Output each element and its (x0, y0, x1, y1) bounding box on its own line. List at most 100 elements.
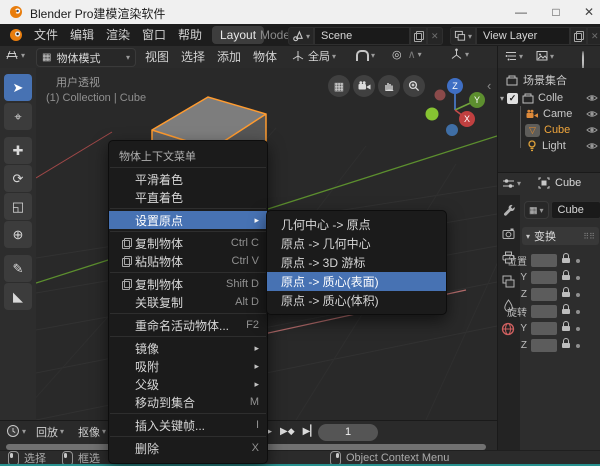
lock-icon[interactable] (562, 275, 570, 280)
rotate-tool-button[interactable]: ⟳ (4, 165, 32, 192)
toggle-view-button[interactable]: ▦ (328, 75, 350, 97)
measure-tool-button[interactable]: ◣ (4, 283, 32, 310)
eye-icon[interactable] (586, 93, 598, 103)
animate-dot-icon[interactable] (576, 293, 580, 297)
menu-help[interactable]: 帮助 (170, 24, 210, 46)
animate-dot-icon[interactable] (576, 276, 580, 280)
tab-world[interactable] (497, 318, 519, 340)
transform-panel-header[interactable]: ▾ 变换 ⠿⠿ (522, 227, 599, 245)
properties-editor-type-button[interactable]: ▾ (502, 177, 521, 190)
menu-item-shade-flat[interactable]: 平直着色 (109, 188, 267, 206)
scene-new-button[interactable] (410, 27, 427, 45)
view-layer-remove-button[interactable]: ✕ (587, 27, 600, 45)
rotation-y-field[interactable] (531, 322, 557, 335)
camera-view-button[interactable] (353, 75, 375, 97)
tab-output[interactable] (497, 246, 519, 268)
move-tool-button[interactable]: ✚ (4, 137, 32, 164)
outliner-cube-row[interactable]: ▽ Cube (525, 122, 598, 138)
menu-item-parent[interactable]: 父级▸ (109, 375, 267, 393)
rotation-z-field[interactable] (531, 339, 557, 352)
current-frame-field[interactable]: 1 (318, 424, 378, 441)
menu-item-duplicate-linked[interactable]: 关联复制Alt D (109, 293, 267, 311)
maximize-button[interactable]: □ (543, 1, 569, 23)
location-x-field[interactable] (531, 254, 557, 267)
menu-object[interactable]: 物体 (246, 46, 284, 68)
submenu-item-geometry-to-origin[interactable]: 几何中心 -> 原点 (267, 215, 446, 234)
menu-edit[interactable]: 编辑 (62, 24, 102, 46)
menu-window[interactable]: 窗口 (134, 24, 174, 46)
keying-menu[interactable]: 抠像 ▾ (78, 424, 106, 439)
transform-orientation-dropdown[interactable]: 全局 ▾ (292, 48, 336, 64)
view-layer-name-field[interactable]: View Layer (476, 27, 570, 45)
outliner-camera-row[interactable]: Came (526, 106, 598, 122)
animate-dot-icon[interactable] (576, 344, 580, 348)
lock-icon[interactable] (562, 309, 570, 314)
outliner-filter-dropdown[interactable]: ▾ (536, 50, 554, 62)
menu-item-delete[interactable]: 删除X (109, 439, 267, 457)
eye-icon[interactable] (586, 125, 598, 135)
menu-item-snap[interactable]: 吸附▸ (109, 357, 267, 375)
zoom-view-button[interactable] (403, 75, 425, 97)
menu-file[interactable]: 文件 (26, 24, 66, 46)
editor-type-button[interactable]: ▾ (5, 48, 25, 62)
menu-item-move-to-collection[interactable]: 移动到集合M (109, 393, 267, 411)
animate-dot-icon[interactable] (576, 310, 580, 314)
submenu-item-origin-to-center-of-mass-volume[interactable]: 原点 -> 质心(体积) (267, 291, 446, 310)
scene-name-field[interactable]: Scene (314, 27, 410, 45)
tab-scene[interactable] (497, 294, 519, 316)
outliner-display-mode-dropdown[interactable]: ▾ (505, 50, 523, 62)
view-layer-browse-button[interactable]: ▾ (450, 27, 476, 45)
eye-icon[interactable] (586, 109, 598, 119)
close-button[interactable]: ✕ (576, 1, 600, 23)
select-box-tool-button[interactable]: ➤ (4, 74, 32, 101)
lock-icon[interactable] (562, 343, 570, 348)
navigation-gizmo[interactable]: Z Y X (424, 76, 488, 140)
location-y-field[interactable] (531, 271, 557, 284)
blender-app-icon[interactable] (9, 28, 23, 42)
lock-icon[interactable] (562, 292, 570, 297)
tab-tool[interactable] (497, 198, 519, 220)
submenu-item-origin-to-center-of-mass-surface[interactable]: 原点 -> 质心(表面) (267, 272, 446, 291)
eye-icon[interactable] (586, 141, 598, 151)
scale-tool-button[interactable]: ◱ (4, 193, 32, 220)
object-id-button[interactable]: ▦ ▾ (524, 201, 549, 219)
tab-view-layer[interactable] (497, 270, 519, 292)
location-z-field[interactable] (531, 288, 557, 301)
gizmos-dropdown[interactable]: ▾ (450, 48, 469, 61)
menu-render[interactable]: 渲染 (98, 24, 138, 46)
menu-item-paste-objects[interactable]: 粘贴物体Ctrl V (109, 252, 267, 270)
pan-view-button[interactable] (378, 75, 400, 97)
scene-unlink-button[interactable]: ✕ (427, 27, 443, 45)
playback-menu[interactable]: 回放 ▾ (36, 424, 64, 439)
menu-item-mirror[interactable]: 镜像▸ (109, 339, 267, 357)
collection-checkbox[interactable]: ✓ (507, 93, 518, 104)
submenu-item-origin-to-3d-cursor[interactable]: 原点 -> 3D 游标 (267, 253, 446, 272)
menu-view[interactable]: 视图 (138, 46, 176, 68)
menu-item-insert-keyframe[interactable]: 插入关键帧...I (109, 416, 267, 434)
cursor-tool-button[interactable]: ⌖ (4, 103, 32, 130)
menu-item-duplicate-objects[interactable]: 复制物体Shift D (109, 275, 267, 293)
submenu-item-origin-to-geometry[interactable]: 原点 -> 几何中心 (267, 234, 446, 253)
proportional-editing-cluster[interactable]: ◎ ∧ ▾ (392, 48, 422, 61)
scene-browse-button[interactable]: ▾ (288, 27, 314, 45)
tab-render[interactable] (497, 222, 519, 244)
menu-item-shade-smooth[interactable]: 平滑着色 (109, 170, 267, 188)
object-name-field[interactable]: Cube (551, 201, 600, 219)
menu-select[interactable]: 选择 (174, 46, 212, 68)
minimize-button[interactable]: — (508, 1, 534, 23)
menu-item-set-origin[interactable]: 设置原点▸ (109, 211, 267, 229)
menu-item-copy-objects[interactable]: 复制物体Ctrl C (109, 234, 267, 252)
timeline-editor-type-button[interactable]: ▾ (6, 424, 26, 438)
sidebar-collapse-arrow[interactable]: ‹ (487, 78, 491, 93)
view-layer-new-button[interactable] (570, 27, 587, 45)
menu-item-rename-active-object[interactable]: 重命名活动物体...F2 (109, 316, 267, 334)
menu-add[interactable]: 添加 (210, 46, 248, 68)
lock-icon[interactable] (562, 326, 570, 331)
outliner-collection-row[interactable]: ▾ ✓ Colle (500, 90, 598, 106)
rotation-x-field[interactable] (531, 305, 557, 318)
lock-icon[interactable] (562, 258, 570, 263)
next-keyframe-button[interactable]: ▶◆ (276, 426, 299, 437)
animate-dot-icon[interactable] (576, 327, 580, 331)
annotate-tool-button[interactable]: ✎ (4, 255, 32, 282)
outliner-light-row[interactable]: Light (526, 138, 598, 154)
